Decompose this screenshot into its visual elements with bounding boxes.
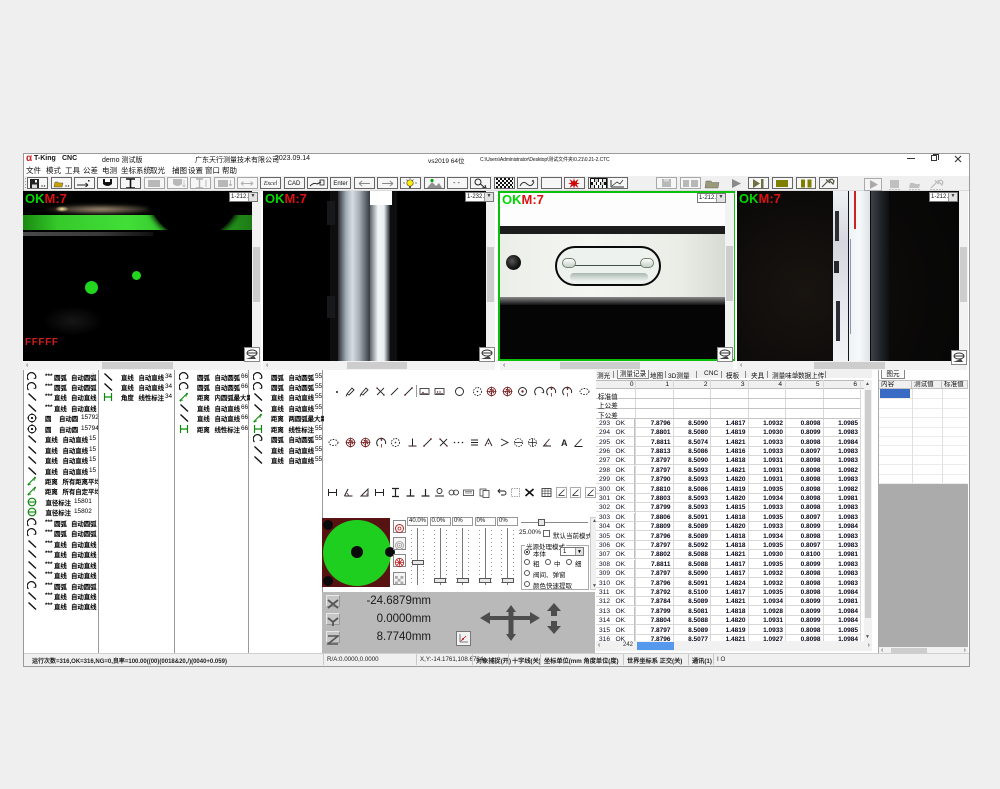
svg-text:A: A <box>561 438 568 448</box>
